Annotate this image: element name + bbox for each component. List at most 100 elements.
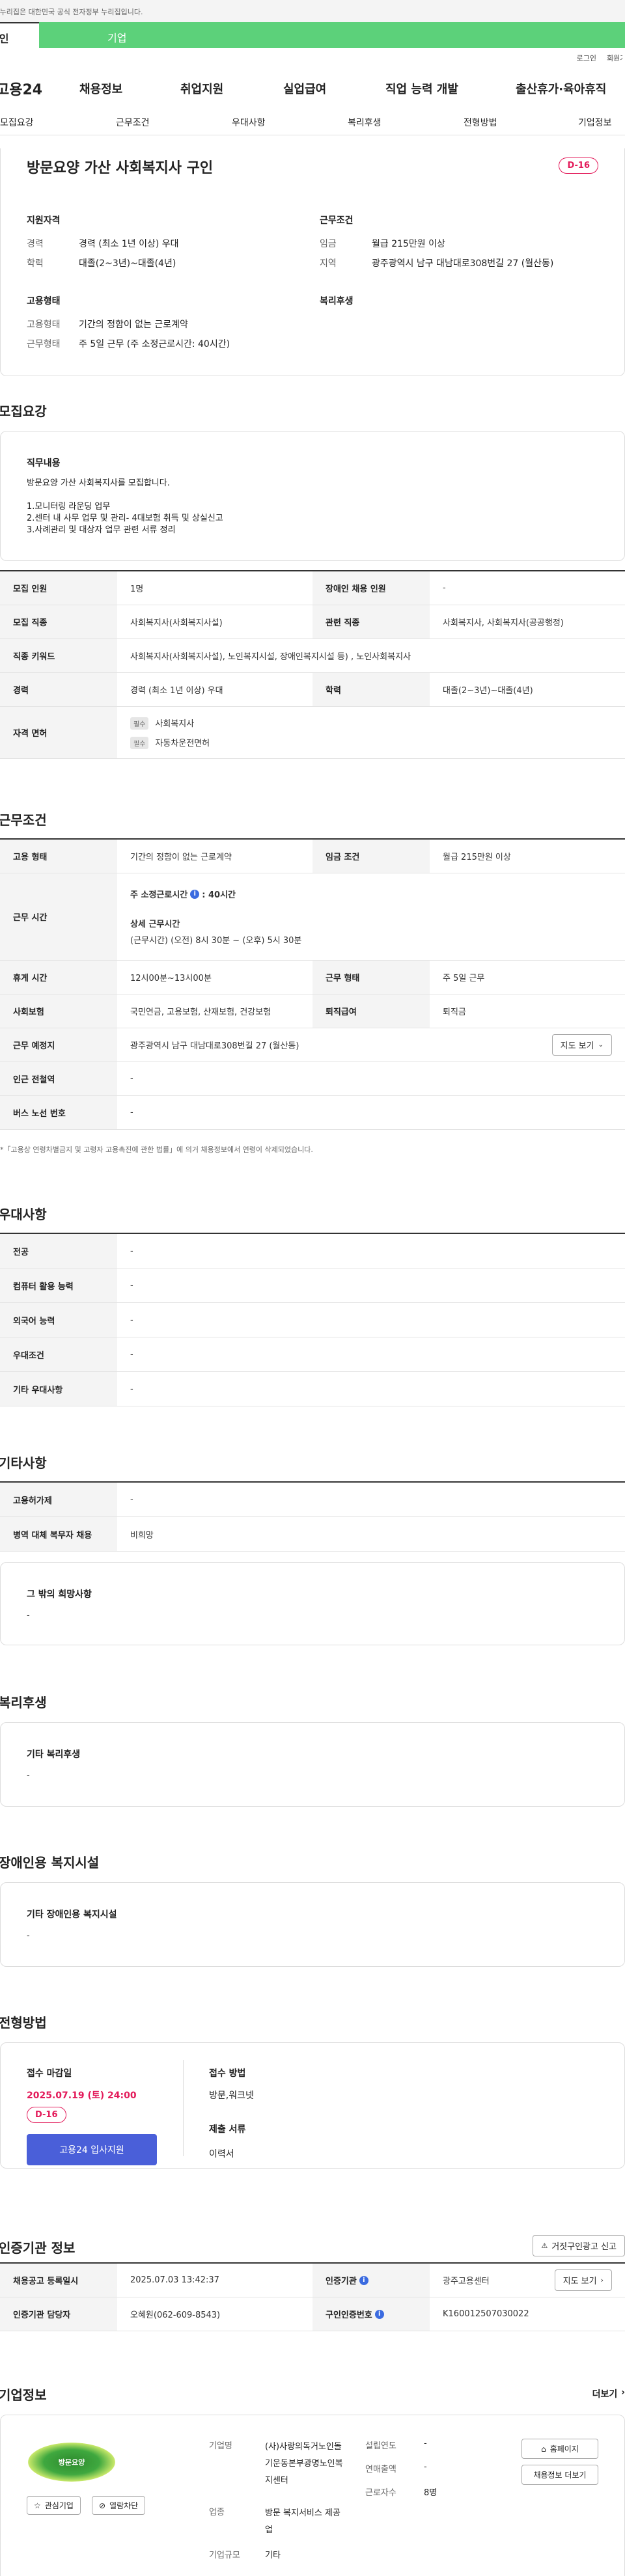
block-company-button[interactable]: ⊘ 열람차단: [92, 2496, 146, 2515]
career-key: 경력: [27, 239, 44, 249]
join-link[interactable]: 회원가입: [607, 53, 622, 63]
cert-map-button[interactable]: 지도 보기 ›: [554, 2269, 612, 2291]
docs-value: 이력서: [209, 2149, 234, 2159]
table-row: 버스 노선 번호 -: [0, 1096, 625, 1130]
table-row: 우대조건 -: [0, 1337, 625, 1372]
pref-major-value: -: [130, 1246, 133, 1256]
info-icon[interactable]: i: [359, 2275, 368, 2285]
subnav-work[interactable]: 근무조건: [116, 116, 232, 129]
sev-header: 퇴직급여: [312, 994, 430, 1028]
table-row: 병역 대체 복무자 채용 비희망: [0, 1517, 625, 1552]
hours-detail-label: 상세 근무시간: [130, 920, 180, 929]
star-icon: ☆: [34, 2501, 41, 2510]
gnb-item-employment-support[interactable]: 취업지원: [180, 80, 283, 97]
gov-notice-text: 이 누리집은 대한민국 공식 전자정부 누리집입니다.: [0, 8, 143, 16]
subnav-recruit[interactable]: 모집요강: [0, 116, 116, 129]
pref-computer-header: 컴퓨터 활용 능력: [0, 1268, 117, 1302]
disabled-etc-label: 기타 장애인용 복지시설: [27, 1910, 117, 1920]
global-nav: 고용24 채용정보 취업지원 실업급여 직업 능력 개발 출산휴가·육아휴직: [0, 68, 625, 109]
selection-heading: 전형방법: [0, 2015, 47, 2031]
gnb-item-jobs[interactable]: 채용정보: [79, 80, 180, 97]
home-icon: ⌂: [541, 2444, 546, 2454]
apply-button[interactable]: 고용24 입사지원: [27, 2134, 157, 2165]
company-jobs-button[interactable]: 채용정보 더보기: [521, 2465, 598, 2485]
subnav-pref[interactable]: 우대사항: [232, 116, 348, 129]
worktype-key: 근무형태: [27, 339, 61, 349]
hours-main-label: 주 소정근로시간: [130, 890, 188, 900]
pref-other-header: 기타 우대사항: [0, 1372, 117, 1406]
emp-count-value: 8명: [424, 2488, 438, 2498]
etc-heading: 기타사항: [0, 1455, 47, 1471]
welfare-etc-label: 기타 복리후생: [27, 1749, 81, 1760]
table-row: 모집 직종 사회복지사(사회복지사설) 관련 직종 사회복지사, 사회복지사(공…: [0, 605, 625, 639]
table-row: 인근 전철역 -: [0, 1062, 625, 1096]
subnav-company[interactable]: 기업정보: [578, 116, 612, 129]
chevron-right-icon: ›: [600, 2276, 604, 2284]
dday-badge: D-16: [27, 2107, 66, 2123]
duty-line-1: 방문요양 가산 사회복지사를 모집합니다.: [27, 478, 170, 488]
section-subnav: 모집요강 근무조건 우대사항 복리후생 전형방법 기업정보: [0, 109, 625, 135]
pref-other-value: -: [130, 1384, 133, 1394]
table-row: 자격 면허 필수 사회복지사 필수 자동차운전면허: [0, 707, 625, 759]
disabled-etc-value: -: [27, 1931, 30, 1941]
wish-card: 그 밖의 희망사항 -: [0, 1562, 625, 1645]
gnb-item-parental-leave[interactable]: 출산휴가·육아휴직: [516, 80, 606, 97]
map-button[interactable]: 지도 보기 ⌄: [551, 1034, 612, 1056]
recruit-heading: 모집요강: [0, 404, 47, 419]
sales-value: -: [424, 2462, 427, 2472]
map-button-label: 지도 보기: [560, 1041, 594, 1051]
subnav-selection[interactable]: 전형방법: [464, 116, 578, 129]
gnb-item-vocational-training[interactable]: 직업 능력 개발: [385, 80, 516, 97]
wage-value: 월급 215만원 이상: [372, 239, 445, 249]
license-name: 자동차운전면허: [155, 738, 210, 748]
tab-individual[interactable]: 개인: [0, 22, 39, 48]
cert-heading: 인증기관 정보: [0, 2240, 76, 2256]
gnb-item-unemployment[interactable]: 실업급여: [283, 80, 385, 97]
info-icon[interactable]: i: [190, 889, 200, 899]
certno-header: 구인인증번호 i: [312, 2297, 430, 2331]
industry-value: 방문 복지서비스 제공업: [265, 2508, 340, 2535]
info-icon[interactable]: i: [374, 2309, 384, 2319]
hours-header: 근무 시간: [0, 873, 117, 960]
fav-company-button[interactable]: ☆ 관심기업: [27, 2496, 81, 2515]
keyword-header: 직종 키워드: [0, 639, 117, 672]
table-row: 외국어 능력 -: [0, 1303, 625, 1337]
place-header: 근무 예정지: [0, 1028, 117, 1062]
company-more-link[interactable]: 더보기 ›: [592, 2387, 625, 2400]
career-header: 경력: [0, 673, 117, 706]
table-row: 채용공고 등록일시 2025.07.03 13:42:37 인증기관 i 광주고용…: [0, 2264, 625, 2297]
warning-icon: ⚠: [541, 2241, 548, 2250]
size-value: 기타: [265, 2551, 281, 2560]
tab-corporate[interactable]: 기업: [39, 22, 625, 48]
report-button[interactable]: ⚠ 거짓구인광고 신고: [533, 2235, 625, 2256]
recruit-table: 모집 인원 1명 장애인 채용 인원 - 모집 직종 사회복지사(사회복지사설)…: [0, 570, 625, 759]
emptype-value: 기간의 정함이 없는 근로계약: [79, 320, 188, 330]
cond-label: 근무조건: [320, 215, 354, 226]
block-icon: ⊘: [99, 2501, 106, 2510]
disabled-header: 장애인 채용 인원: [312, 571, 430, 605]
company-logo-text: 방문요양: [58, 2458, 85, 2467]
method-value: 방문,워크넷: [209, 2090, 254, 2101]
keyword-value: 사회복지사(사회복지사설), 노인복지시설, 장애인복지시설 등) , 노인사회…: [130, 652, 411, 662]
site-logo[interactable]: 고용24: [0, 78, 79, 99]
work-heading: 근무조건: [0, 812, 47, 828]
util-links: 로그인 회원가입: [0, 48, 625, 68]
disabled-card: 기타 장애인용 복지시설 -: [0, 1882, 625, 1967]
login-link[interactable]: 로그인: [577, 53, 596, 63]
region-key: 지역: [320, 258, 337, 269]
region-value: 광주광역시 남구 대남대로308번길 27 (월산동): [372, 258, 554, 269]
duty-line-4: 3.사례관리 및 대상자 업무 관련 서류 정리: [27, 525, 176, 535]
edu-key: 학력: [27, 258, 44, 269]
emptype-key: 고용형태: [27, 320, 61, 330]
org-text: 광주고용센터: [443, 2277, 490, 2286]
work-table: 고용 형태 기간의 정함이 없는 근로계약 임금 조건 월급 215만원 이상 …: [0, 838, 625, 1130]
certno-value: K160012507030022: [443, 2309, 529, 2319]
table-row: 경력 경력 (최소 1년 이상) 우대 학력 대졸(2~3년)~대졸(4년): [0, 673, 625, 707]
ins-header: 사회보험: [0, 994, 117, 1028]
industry-key: 업종: [209, 2508, 225, 2517]
homepage-button[interactable]: ⌂ 홈페이지: [521, 2439, 598, 2459]
subnav-welfare[interactable]: 복리후생: [348, 116, 464, 129]
permit-value: -: [130, 1494, 133, 1505]
year-value: -: [424, 2439, 427, 2448]
welfare-etc-value: -: [27, 1771, 30, 1781]
